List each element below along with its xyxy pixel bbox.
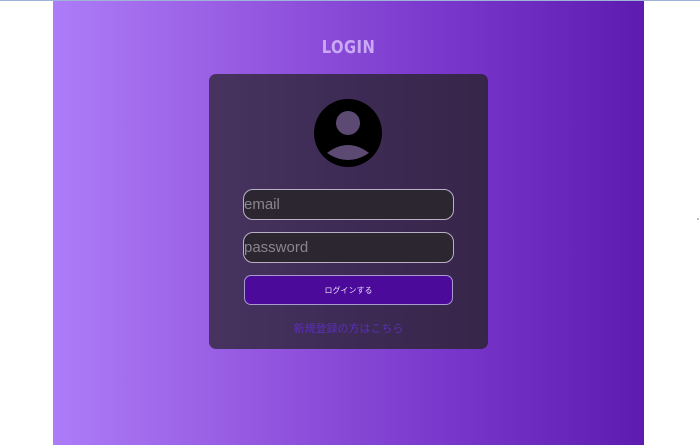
login-button[interactable]: ログインする (244, 275, 453, 305)
login-page-background: LOGIN ログインする 新規登録の方はこちら (53, 1, 644, 445)
page-title: LOGIN (321, 37, 376, 58)
login-card: ログインする 新規登録の方はこちら (209, 74, 488, 349)
email-field[interactable] (243, 189, 454, 220)
password-field[interactable] (243, 232, 454, 263)
user-avatar-icon (313, 99, 383, 167)
signup-link[interactable]: 新規登録の方はこちら (209, 320, 488, 336)
edge-mark (697, 218, 699, 220)
